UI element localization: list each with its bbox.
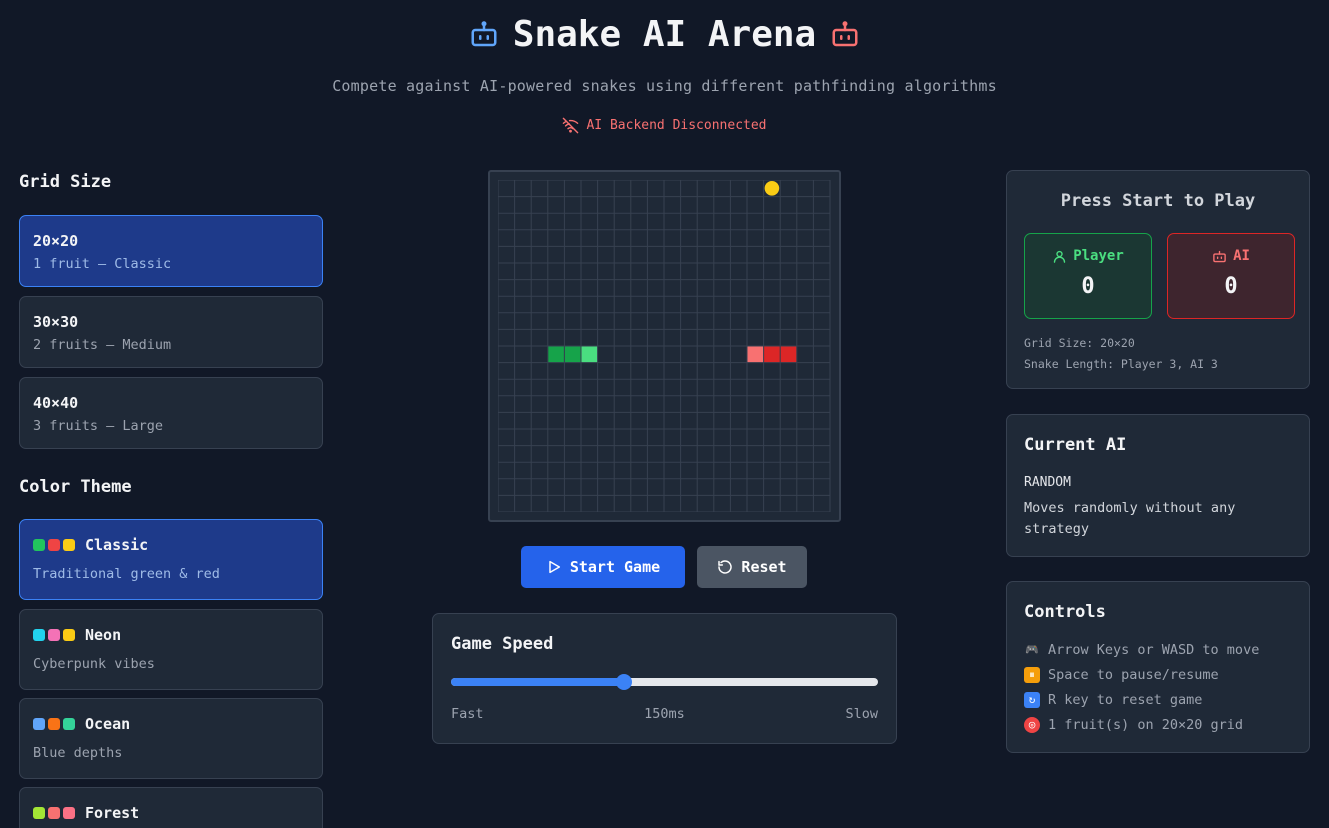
target-icon: ◎: [1024, 717, 1040, 733]
player-snake-segment: [564, 346, 581, 363]
robot-icon: [1213, 250, 1226, 262]
theme-option-label: Ocean: [85, 715, 131, 733]
current-ai-panel: Current AI RANDOM Moves randomly without…: [1006, 414, 1310, 557]
fruit: [764, 181, 780, 196]
current-ai-name: RANDOM: [1024, 475, 1071, 490]
grid-option-20[interactable]: 20×20 1 fruit – Classic: [19, 215, 323, 287]
reset-button[interactable]: Reset: [697, 546, 807, 588]
theme-option-label: Forest: [85, 804, 140, 822]
score-heading: Press Start to Play: [1060, 191, 1256, 211]
rotate-icon: [718, 560, 733, 574]
theme-option-label: Classic: [85, 536, 149, 554]
theme-option-desc: Cyberpunk vibes: [33, 656, 155, 672]
grid-option-desc: 2 fruits – Medium: [33, 337, 172, 353]
grid-option-label: 20×20: [33, 232, 79, 250]
grid-option-40[interactable]: 40×40 3 fruits – Large: [19, 377, 323, 449]
player-label-row: Player: [1025, 248, 1151, 264]
gamepad-icon: 🎮: [1025, 643, 1039, 656]
disconnected-icon: [563, 117, 579, 134]
robot-icon: [832, 20, 858, 46]
score-panel: Press Start to Play Player 0 AI 0 Grid S…: [1006, 170, 1310, 389]
grid-size-heading: Grid Size: [19, 172, 112, 192]
player-score: 0: [1081, 274, 1095, 299]
repeat-icon: ↻: [1024, 692, 1040, 708]
theme-option-label: Neon: [85, 626, 122, 644]
start-game-label: Start Game: [569, 558, 661, 576]
ai-score-box: AI 0: [1167, 233, 1295, 319]
theme-option-desc: Blue depths: [33, 745, 123, 761]
current-ai-heading: Current AI: [1024, 435, 1127, 455]
grid-option-desc: 1 fruit – Classic: [33, 256, 172, 272]
speed-slider-thumb[interactable]: [615, 674, 632, 690]
ai-label-row: AI: [1168, 248, 1294, 264]
grid-option-label: 40×40: [33, 394, 79, 412]
current-ai-desc: Moves randomly without any strategy: [1024, 500, 1236, 537]
control-item: 🎮 Arrow Keys or WASD to move: [1024, 642, 1259, 658]
speed-value: 150ms: [644, 706, 685, 722]
controls-panel: Controls 🎮 Arrow Keys or WASD to move ⏸ …: [1006, 581, 1310, 753]
control-item: ↻ R key to reset game: [1024, 692, 1202, 708]
theme-swatches: [33, 539, 75, 551]
game-board[interactable]: [488, 170, 841, 522]
page-title-row: Snake AI Arena: [0, 14, 1329, 55]
speed-panel: Game Speed Fast 150ms Slow: [432, 613, 897, 744]
control-item: ⏸ Space to pause/resume: [1024, 667, 1219, 683]
theme-swatches: [33, 718, 75, 730]
theme-swatches: [33, 629, 75, 641]
theme-option-classic[interactable]: Classic Traditional green & red: [19, 519, 323, 600]
page-title: Snake AI Arena: [512, 14, 817, 55]
theme-option-ocean[interactable]: Ocean Blue depths: [19, 698, 323, 779]
start-game-button[interactable]: Start Game: [521, 546, 685, 588]
player-snake-head: [581, 346, 598, 363]
theme-option-forest[interactable]: Forest: [19, 787, 323, 828]
status-text: AI Backend Disconnected: [586, 118, 767, 133]
speed-slider[interactable]: [451, 674, 878, 690]
ai-score: 0: [1224, 274, 1238, 299]
snake-length-info: Snake Length: Player 3, AI 3: [1024, 357, 1218, 371]
speed-slow-label: Slow: [845, 706, 878, 722]
theme-swatches: [33, 807, 75, 819]
page-subtitle: Compete against AI-powered snakes using …: [332, 77, 997, 95]
grid-option-desc: 3 fruits – Large: [33, 418, 164, 434]
user-icon: [1054, 250, 1066, 263]
control-text: 1 fruit(s) on 20×20 grid: [1048, 717, 1244, 733]
control-text: R key to reset game: [1048, 692, 1203, 708]
theme-option-neon[interactable]: Neon Cyberpunk vibes: [19, 609, 323, 690]
pause-icon: ⏸: [1024, 667, 1040, 683]
control-item: ◎ 1 fruit(s) on 20×20 grid: [1024, 717, 1243, 733]
grid-option-label: 30×30: [33, 313, 79, 331]
ai-snake-head: [747, 346, 764, 363]
controls-heading: Controls: [1024, 602, 1106, 622]
speed-slider-fill: [451, 678, 624, 686]
player-snake-segment: [548, 346, 564, 363]
speed-heading: Game Speed: [451, 634, 554, 654]
robot-icon: [471, 20, 497, 46]
grid-size-info: Grid Size: 20×20: [1024, 336, 1135, 350]
game-grid: [498, 180, 831, 512]
play-icon: [549, 560, 560, 574]
player-score-box: Player 0: [1024, 233, 1152, 319]
control-text: Arrow Keys or WASD to move: [1048, 642, 1260, 658]
ai-snake-segment: [780, 346, 797, 363]
reset-label: Reset: [741, 558, 787, 576]
player-label: Player: [1073, 248, 1124, 264]
control-text: Space to pause/resume: [1048, 667, 1219, 683]
theme-option-desc: Traditional green & red: [33, 566, 220, 582]
ai-snake-segment: [764, 346, 780, 363]
ai-label: AI: [1233, 248, 1250, 264]
backend-status: AI Backend Disconnected: [0, 117, 1329, 134]
grid-option-30[interactable]: 30×30 2 fruits – Medium: [19, 296, 323, 368]
color-theme-heading: Color Theme: [19, 477, 132, 497]
